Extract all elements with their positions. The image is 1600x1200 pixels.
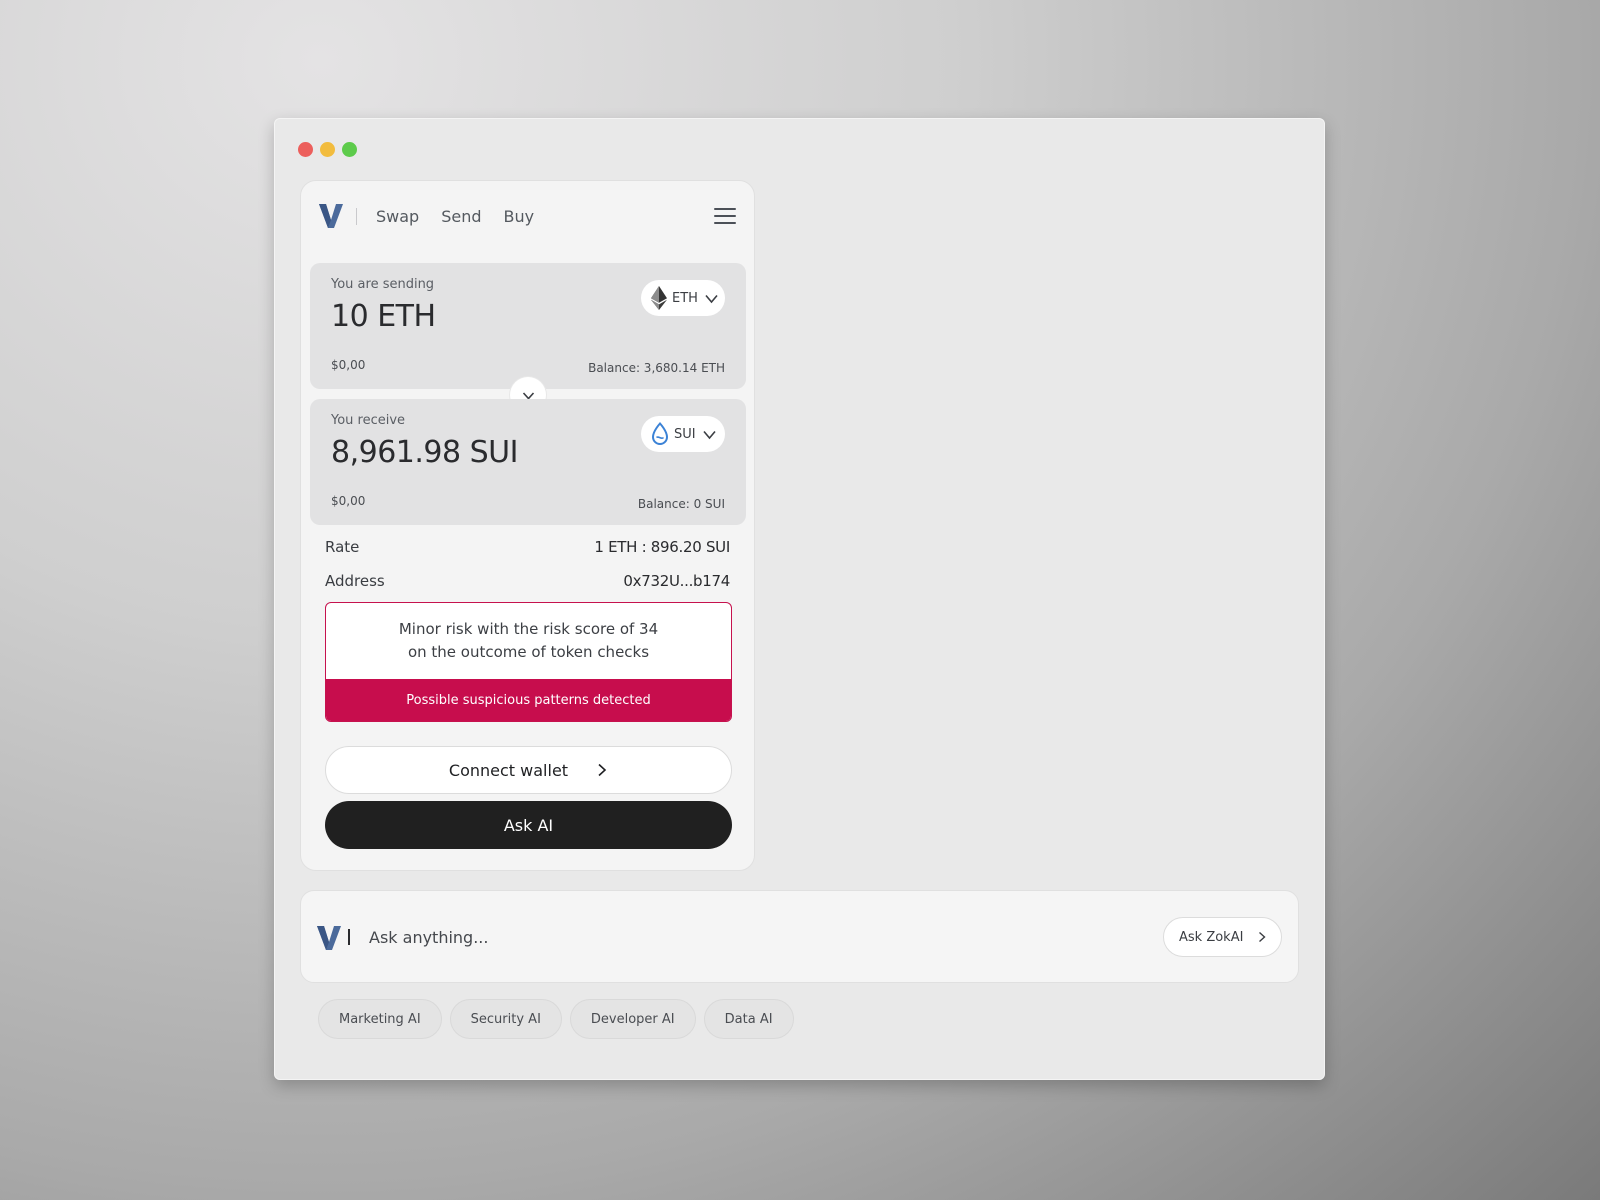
rate-value: 1 ETH : 896.20 SUI bbox=[594, 538, 730, 556]
swap-panel: Swap Send Buy You are sending 10 ETH $0,… bbox=[300, 180, 755, 871]
window-controls bbox=[298, 142, 357, 157]
risk-alert: Minor risk with the risk score of 34 on … bbox=[325, 602, 732, 722]
send-token-symbol: ETH bbox=[672, 290, 698, 306]
ask-anything-input[interactable] bbox=[369, 919, 1129, 955]
receive-usd-value: $0,00 bbox=[331, 494, 366, 508]
receive-amount[interactable]: 8,961.98 SUI bbox=[331, 435, 518, 470]
top-nav: Swap Send Buy bbox=[319, 201, 736, 231]
risk-message-line-1: Minor risk with the risk score of 34 bbox=[398, 620, 659, 638]
chip-security-ai[interactable]: Security AI bbox=[449, 999, 562, 1039]
ai-category-chips: Marketing AI Security AI Developer AI Da… bbox=[318, 999, 794, 1039]
risk-message: Minor risk with the risk score of 34 on … bbox=[326, 603, 731, 679]
connect-wallet-label: Connect wallet bbox=[448, 760, 569, 780]
chevron-down-icon bbox=[705, 294, 718, 303]
v-logo-icon bbox=[317, 926, 341, 950]
chat-bar: Ask ZokAI bbox=[300, 890, 1299, 983]
sui-droplet-icon bbox=[651, 422, 669, 445]
ask-ai-button[interactable]: Ask AI bbox=[325, 801, 732, 849]
chevron-right-icon bbox=[1259, 931, 1266, 943]
ask-zokai-label: Ask ZokAI bbox=[1179, 929, 1244, 945]
nav-link-swap[interactable]: Swap bbox=[376, 207, 419, 226]
ask-zokai-button[interactable]: Ask ZokAI bbox=[1163, 917, 1282, 957]
rate-row: Rate 1 ETH : 896.20 SUI bbox=[325, 538, 730, 556]
send-label: You are sending bbox=[331, 277, 435, 292]
app-window: Swap Send Buy You are sending 10 ETH $0,… bbox=[274, 118, 1325, 1080]
close-window-button[interactable] bbox=[298, 142, 313, 157]
send-usd-value: $0,00 bbox=[331, 358, 366, 372]
send-balance: Balance: 3,680.14 ETH bbox=[588, 361, 725, 375]
chip-data-ai[interactable]: Data AI bbox=[703, 999, 794, 1039]
v-logo-icon[interactable] bbox=[319, 203, 343, 229]
chip-developer-ai[interactable]: Developer AI bbox=[569, 999, 696, 1039]
maximize-window-button[interactable] bbox=[342, 142, 357, 157]
chip-marketing-ai[interactable]: Marketing AI bbox=[318, 999, 442, 1039]
connect-wallet-button[interactable]: Connect wallet bbox=[325, 746, 732, 794]
send-card: You are sending 10 ETH $0,00 Balance: 3,… bbox=[310, 263, 746, 389]
ethereum-icon bbox=[651, 286, 667, 310]
hamburger-menu-icon[interactable] bbox=[714, 208, 736, 224]
nav-link-buy[interactable]: Buy bbox=[504, 207, 535, 226]
minimize-window-button[interactable] bbox=[320, 142, 335, 157]
receive-balance: Balance: 0 SUI bbox=[637, 497, 725, 511]
chevron-down-icon bbox=[702, 430, 716, 439]
rate-label: Rate bbox=[325, 538, 360, 556]
send-token-selector[interactable]: ETH bbox=[641, 280, 725, 316]
risk-message-line-2: on the outcome of token checks bbox=[407, 643, 650, 661]
chevron-right-icon bbox=[598, 763, 607, 777]
send-amount[interactable]: 10 ETH bbox=[331, 299, 436, 334]
address-row: Address 0x732U...b174 bbox=[325, 572, 730, 590]
receive-card: You receive 8,961.98 SUI $0,00 Balance: … bbox=[310, 399, 746, 525]
nav-link-send[interactable]: Send bbox=[441, 207, 481, 226]
address-label: Address bbox=[325, 572, 385, 590]
text-cursor bbox=[348, 929, 350, 945]
receive-label: You receive bbox=[331, 413, 406, 428]
nav-divider bbox=[356, 207, 357, 225]
risk-warning-bar: Possible suspicious patterns detected bbox=[326, 679, 731, 721]
receive-token-selector[interactable]: SUI bbox=[641, 416, 725, 452]
address-value: 0x732U...b174 bbox=[623, 572, 730, 590]
receive-token-symbol: SUI bbox=[674, 426, 696, 442]
